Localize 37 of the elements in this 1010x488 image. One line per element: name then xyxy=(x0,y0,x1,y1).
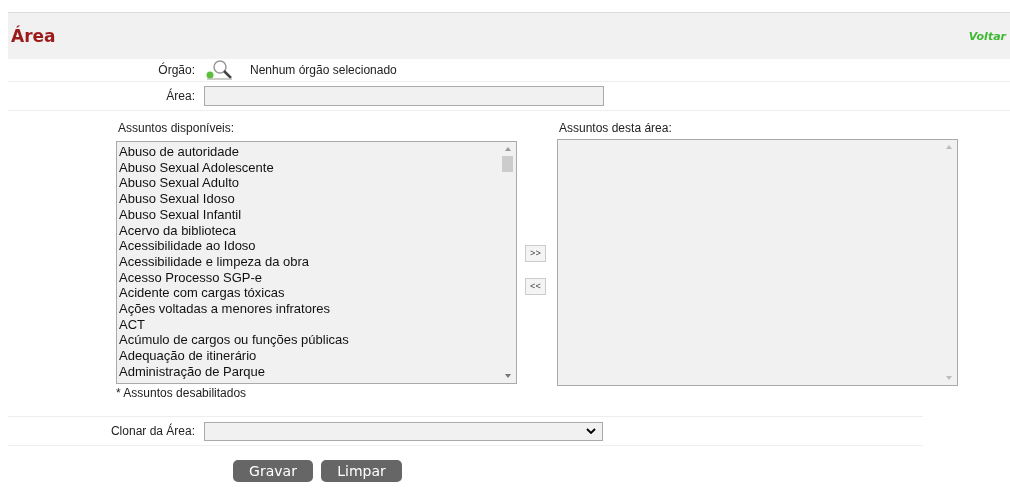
field-value: Nenhum órgão selecionado xyxy=(250,63,397,77)
scroll-up-icon[interactable] xyxy=(504,147,511,151)
list-label: Assuntos desta área: xyxy=(558,121,673,137)
list-option[interactable]: Abuso de autoridade xyxy=(119,144,500,160)
page-title: Área xyxy=(11,26,56,46)
list-option[interactable]: Abuso Sexual Adolescente xyxy=(119,159,500,176)
scroll-up-icon[interactable] xyxy=(945,145,952,149)
input-field[interactable] xyxy=(204,86,604,106)
list-option[interactable]: Adequação de itinerário xyxy=(119,348,500,364)
scrollbar-thumb[interactable] xyxy=(502,156,513,172)
list-option[interactable]: Abuso Sexual Idoso xyxy=(119,191,500,207)
list-option[interactable]: Acúmulo de cargos ou funções públicas xyxy=(119,332,500,349)
field-label: Área: xyxy=(165,89,196,103)
note-text: * Assuntos desabilitados xyxy=(116,385,248,400)
search-icon[interactable] xyxy=(204,59,234,81)
list-option[interactable]: Acessibilidade ao Idoso xyxy=(119,238,500,254)
scroll-down-icon[interactable] xyxy=(504,374,511,378)
select-field[interactable] xyxy=(204,421,603,441)
list-label: Assuntos disponíveis: xyxy=(117,121,236,137)
list-option[interactable]: Acervo da biblioteca xyxy=(119,222,500,239)
add-button[interactable]: >> xyxy=(525,245,546,262)
list-box[interactable] xyxy=(116,141,517,384)
list-option[interactable]: Ações voltadas a menores infratores xyxy=(119,301,500,317)
list-option[interactable]: Abuso Sexual Infantil xyxy=(119,206,500,223)
chevron-down-icon xyxy=(586,428,596,434)
clear-button[interactable]: Limpar xyxy=(321,460,402,482)
list-option[interactable]: Acesso Processo SGP-e xyxy=(119,269,500,286)
remove-button[interactable]: << xyxy=(525,278,546,295)
list-option[interactable]: Abuso Sexual Adulto xyxy=(119,175,500,192)
list-option[interactable]: Acessibilidade e limpeza da obra xyxy=(119,253,500,270)
field-label: Clonar da Área: xyxy=(109,424,196,438)
scroll-down-icon[interactable] xyxy=(945,376,952,380)
save-button[interactable]: Gravar xyxy=(233,460,313,482)
list-option[interactable]: Acidente com cargas tóxicas xyxy=(119,285,500,302)
list-option[interactable]: ACT xyxy=(119,316,500,333)
field-label: Órgão: xyxy=(157,63,196,77)
list-option[interactable]: Administração de Parque xyxy=(119,363,500,380)
